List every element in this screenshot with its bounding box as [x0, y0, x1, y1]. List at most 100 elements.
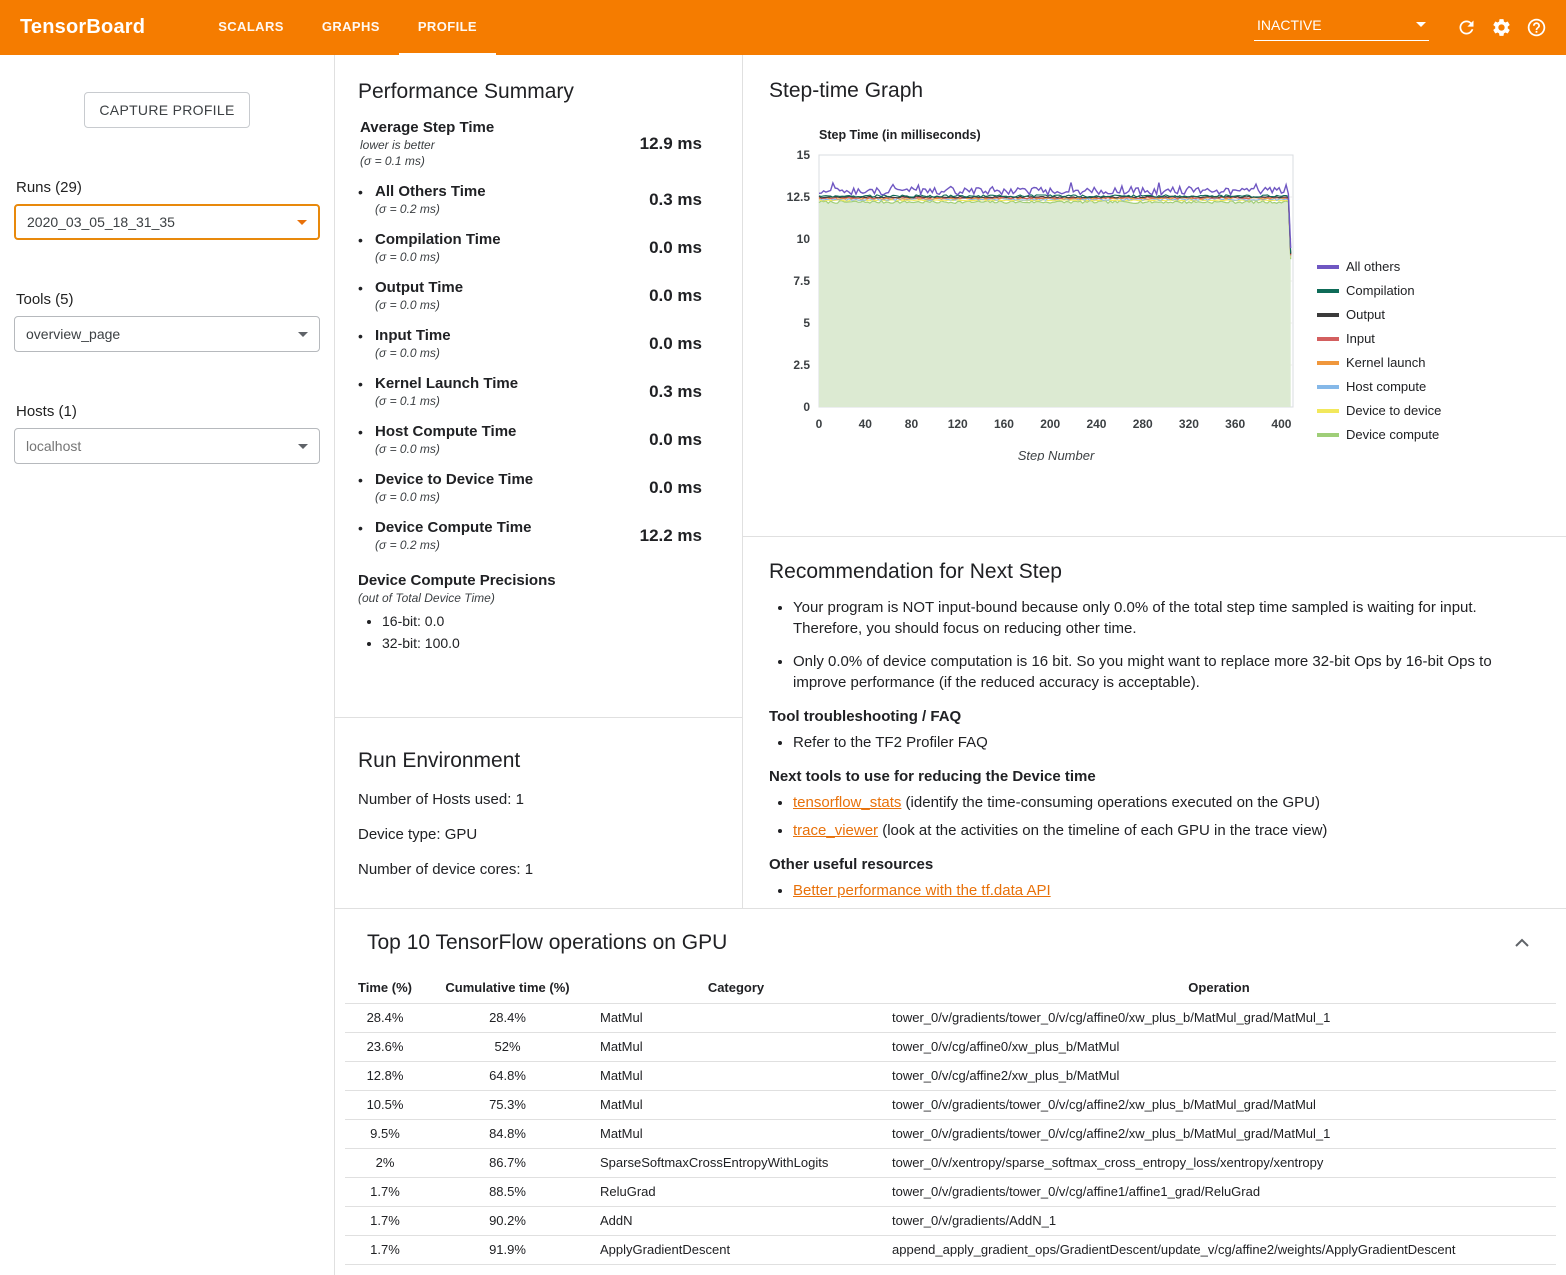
- tools-label: Tools (5): [16, 291, 318, 308]
- link[interactable]: trace_viewer: [793, 822, 878, 839]
- env-line: Number of device cores: 1: [358, 861, 718, 878]
- time-cell: 23.6%: [345, 1032, 425, 1061]
- chevron-down-icon: [1416, 22, 1426, 27]
- legend-swatch: [1317, 433, 1339, 437]
- legend-swatch: [1317, 313, 1339, 317]
- operation-cell: tower_0/v/gradients/tower_0/v/cg/affine1…: [882, 1177, 1556, 1206]
- column-header: Operation: [882, 972, 1556, 1003]
- metric-label: Host Compute Time: [375, 423, 516, 440]
- precisions-title: Device Compute Precisions: [358, 572, 702, 589]
- category-cell: MatMul: [590, 1003, 882, 1032]
- metric-row: •Host Compute Time(σ = 0.0 ms)0.0 ms: [358, 423, 702, 456]
- right-column: Step-time Graph 02.557.51012.51504080120…: [743, 55, 1566, 908]
- help-icon[interactable]: [1524, 16, 1548, 40]
- bullet: •: [358, 231, 375, 264]
- cumulative-cell: 64.8%: [425, 1061, 590, 1090]
- legend-item: Device to device: [1317, 403, 1441, 418]
- legend-label: Kernel launch: [1346, 355, 1426, 370]
- cumulative-cell: 75.3%: [425, 1090, 590, 1119]
- svg-text:320: 320: [1179, 417, 1199, 431]
- column-header: Cumulative time (%): [425, 972, 590, 1003]
- metric-label: Device Compute Time: [375, 519, 531, 536]
- metric-note: lower is better: [360, 138, 494, 152]
- category-cell: ReluGrad: [590, 1177, 882, 1206]
- metric-sigma: (σ = 0.0 ms): [375, 442, 516, 456]
- svg-text:80: 80: [905, 417, 919, 431]
- tools-dropdown[interactable]: overview_page: [14, 316, 320, 352]
- link[interactable]: tensorflow_stats: [793, 794, 901, 811]
- link[interactable]: Better performance with the tf.data API: [793, 882, 1051, 899]
- table-row: 2%86.7%SparseSoftmaxCrossEntropyWithLogi…: [345, 1148, 1556, 1177]
- legend-label: Output: [1346, 307, 1385, 322]
- legend-item: Input: [1317, 331, 1441, 346]
- metric-value: 0.0 ms: [649, 334, 702, 354]
- time-cell: 28.4%: [345, 1003, 425, 1032]
- metric-sigma: (σ = 0.2 ms): [375, 202, 486, 216]
- metric-sigma: (σ = 0.0 ms): [375, 346, 451, 360]
- performance-column: Performance Summary Average Step Time lo…: [335, 55, 743, 908]
- status-dropdown[interactable]: INACTIVE: [1254, 15, 1429, 41]
- run-environment: Run Environment Number of Hosts used: 1D…: [335, 718, 742, 878]
- column-header: Time (%): [345, 972, 425, 1003]
- settings-gear-icon[interactable]: [1489, 16, 1513, 40]
- runs-dropdown-value: 2020_03_05_18_31_35: [27, 214, 175, 230]
- operation-cell: tower_0/v/gradients/tower_0/v/cg/affine0…: [882, 1003, 1556, 1032]
- metric-sigma: (σ = 0.1 ms): [375, 394, 518, 408]
- operation-cell: tower_0/v/cg/affine2/xw_plus_b/MatMul: [882, 1061, 1556, 1090]
- step-time-chart: 02.557.51012.515040801201602002402803203…: [757, 125, 1309, 461]
- legend-label: Device to device: [1346, 403, 1441, 418]
- metric-row: •Device to Device Time(σ = 0.0 ms)0.0 ms: [358, 471, 702, 504]
- topbar-tabs: SCALARSGRAPHSPROFILE: [199, 0, 496, 55]
- category-cell: AddN: [590, 1206, 882, 1235]
- metric-label: All Others Time: [375, 183, 486, 200]
- step-time-graph-section: Step-time Graph 02.557.51012.51504080120…: [743, 55, 1566, 537]
- svg-text:12.5: 12.5: [787, 190, 811, 204]
- metric-row: •Device Compute Time(σ = 0.2 ms)12.2 ms: [358, 519, 702, 552]
- metric-row: •Kernel Launch Time(σ = 0.1 ms)0.3 ms: [358, 375, 702, 408]
- precision-item: 16-bit: 0.0: [382, 613, 702, 629]
- operation-cell: tower_0/v/gradients/tower_0/v/cg/affine2…: [882, 1119, 1556, 1148]
- collapse-chevron-up-icon[interactable]: [1514, 937, 1530, 949]
- table-row: 1.7%91.9%ApplyGradientDescentappend_appl…: [345, 1235, 1556, 1264]
- hosts-dropdown[interactable]: localhost: [14, 428, 320, 464]
- table-header-row: Time (%)Cumulative time (%)CategoryOpera…: [345, 972, 1556, 1003]
- legend-swatch: [1317, 289, 1339, 293]
- svg-text:Step Time (in milliseconds): Step Time (in milliseconds): [819, 128, 981, 142]
- table-row: 1.7%90.2%AddNtower_0/v/gradients/AddN_1: [345, 1206, 1556, 1235]
- operation-cell: tower_0/v/gradients/AddN_1: [882, 1206, 1556, 1235]
- resource-links-list: Better performance with the tf.data API: [769, 880, 1530, 901]
- tab-profile[interactable]: PROFILE: [399, 0, 496, 55]
- operation-cell: tower_0/v/xentropy/sparse_softmax_cross_…: [882, 1148, 1556, 1177]
- metric-label: Input Time: [375, 327, 451, 344]
- chevron-down-icon: [298, 444, 308, 449]
- runs-dropdown[interactable]: 2020_03_05_18_31_35: [14, 204, 320, 240]
- category-cell: MatMul: [590, 1119, 882, 1148]
- column-header: Category: [590, 972, 882, 1003]
- recommendation-section: Recommendation for Next Step Your progra…: [743, 537, 1566, 907]
- legend-label: Host compute: [1346, 379, 1426, 394]
- sidebar: CAPTURE PROFILE Runs (29) 2020_03_05_18_…: [0, 55, 335, 1275]
- chevron-down-icon: [297, 220, 307, 225]
- tab-scalars[interactable]: SCALARS: [199, 0, 303, 55]
- category-cell: MatMul: [590, 1090, 882, 1119]
- svg-text:0: 0: [816, 417, 823, 431]
- operation-cell: tower_0/v/cg/affine0/xw_plus_b/MatMul: [882, 1032, 1556, 1061]
- time-cell: 9.5%: [345, 1119, 425, 1148]
- refresh-icon[interactable]: [1454, 16, 1478, 40]
- metric-row: •Input Time(σ = 0.0 ms)0.0 ms: [358, 327, 702, 360]
- app-title: TensorBoard: [20, 16, 145, 39]
- svg-text:400: 400: [1271, 417, 1291, 431]
- tab-graphs[interactable]: GRAPHS: [303, 0, 399, 55]
- metric-value: 0.3 ms: [649, 190, 702, 210]
- faq-list: Refer to the TF2 Profiler FAQ: [769, 732, 1530, 753]
- bullet: •: [358, 423, 375, 456]
- metric-sigma: (σ = 0.0 ms): [375, 298, 463, 312]
- env-line: Number of Hosts used: 1: [358, 791, 718, 808]
- cumulative-cell: 86.7%: [425, 1148, 590, 1177]
- legend-item: Compilation: [1317, 283, 1441, 298]
- cumulative-cell: 84.8%: [425, 1119, 590, 1148]
- average-step-time-row: Average Step Time lower is better (σ = 0…: [358, 119, 702, 168]
- link-item: tensorflow_stats (identify the time-cons…: [793, 792, 1530, 813]
- metric-value: 0.0 ms: [649, 238, 702, 258]
- capture-profile-button[interactable]: CAPTURE PROFILE: [84, 92, 250, 128]
